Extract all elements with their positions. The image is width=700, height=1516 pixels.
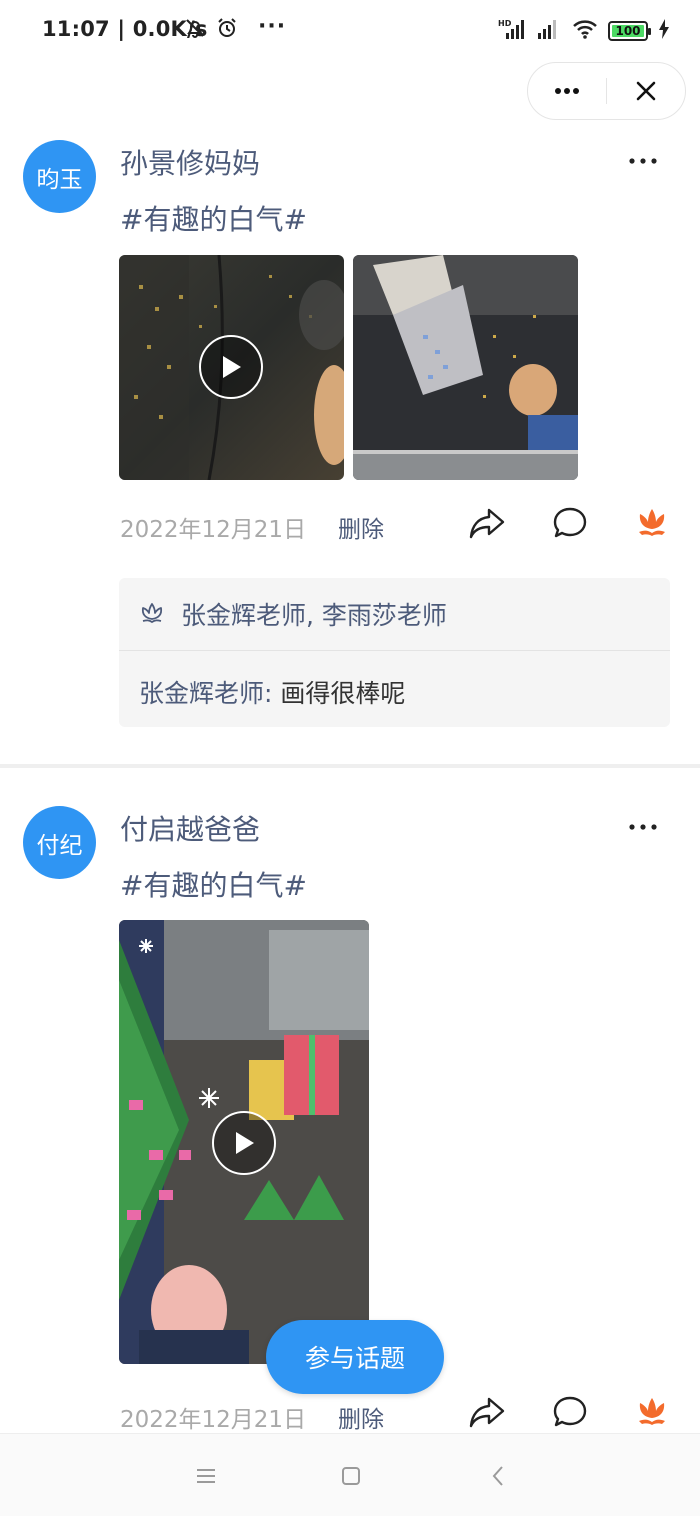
topic-tag[interactable]: #有趣的白气# (120, 864, 307, 904)
play-icon (223, 356, 241, 378)
close-icon (636, 81, 656, 101)
flower-outline-icon (141, 603, 163, 624)
delete-button[interactable]: 删除 (338, 1400, 384, 1434)
home-button[interactable] (337, 1462, 365, 1490)
close-button[interactable] (607, 63, 685, 119)
charging-icon (658, 19, 670, 43)
avatar[interactable]: 付纪 (23, 806, 96, 879)
play-button[interactable] (212, 1111, 276, 1175)
home-square-icon (342, 1467, 360, 1485)
share-button[interactable] (467, 503, 507, 543)
play-button[interactable] (199, 335, 263, 399)
menu-button[interactable] (192, 1462, 220, 1490)
flower-icon (639, 509, 665, 536)
bell-off-icon (183, 16, 207, 44)
cell-signal-icon (536, 18, 562, 44)
svg-text:HD: HD (498, 19, 512, 28)
likes-names[interactable]: 张金辉老师, 李雨莎老师 (181, 596, 447, 632)
join-topic-button[interactable]: 参与话题 (266, 1320, 444, 1394)
like-button[interactable] (632, 503, 672, 543)
post-date: 2022年12月21日 (120, 1407, 307, 1433)
share-button[interactable] (467, 1392, 507, 1432)
back-button[interactable] (484, 1462, 512, 1490)
comment-button[interactable] (550, 1392, 590, 1432)
likes-row: 张金辉老师, 李雨莎老师 (139, 596, 447, 632)
battery-icon: 100 (608, 21, 651, 41)
like-button[interactable] (632, 1392, 672, 1432)
menu-icon (197, 1469, 215, 1483)
comment-text: 画得很棒呢 (280, 679, 406, 708)
more-button[interactable] (528, 63, 606, 119)
divider (119, 650, 670, 651)
author-name[interactable]: 孙景修妈妈 (120, 142, 260, 182)
flower-icon (639, 1398, 665, 1425)
more-dots-icon (629, 824, 657, 830)
comment-item[interactable]: 张金辉老师: 画得很棒呢 (139, 674, 405, 710)
comment-button[interactable] (550, 503, 590, 543)
alarm-icon (215, 16, 239, 44)
cell-signal-hd-icon: HD (498, 18, 526, 44)
play-icon (236, 1132, 254, 1154)
post-date: 2022年12月21日 (120, 517, 307, 543)
back-chevron-icon (492, 1466, 503, 1486)
comments-panel: 张金辉老师, 李雨莎老师 张金辉老师: 画得很棒呢 (119, 578, 670, 727)
comment-author[interactable]: 张金辉老师: (139, 679, 272, 708)
more-dots-icon (555, 88, 579, 94)
author-name[interactable]: 付启越爸爸 (120, 808, 260, 848)
status-icons (183, 16, 239, 44)
system-nav-bar (0, 1433, 700, 1516)
status-more-icon: ··· (258, 14, 287, 39)
section-divider (0, 764, 700, 768)
topic-tag[interactable]: #有趣的白气# (120, 198, 307, 238)
more-dots-icon (629, 158, 657, 164)
post-more-button[interactable] (628, 142, 658, 172)
wifi-icon (572, 18, 598, 44)
delete-button[interactable]: 删除 (338, 510, 384, 544)
post-more-button[interactable] (628, 808, 658, 838)
video-thumbnail[interactable] (119, 920, 369, 1364)
avatar[interactable]: 昀玉 (23, 140, 96, 213)
comment-icon (553, 1396, 587, 1427)
share-icon (469, 508, 505, 539)
share-icon (469, 1397, 505, 1428)
comment-icon (553, 507, 587, 538)
miniprogram-capsule (527, 62, 686, 120)
photo-thumbnail[interactable] (353, 255, 578, 480)
video-thumbnail[interactable] (119, 255, 344, 480)
status-right-icons: HD 100 (498, 18, 670, 44)
status-bar: 11:07 | 0.0K/s ··· HD 100 (0, 0, 700, 62)
battery-level: 100 (615, 24, 641, 38)
